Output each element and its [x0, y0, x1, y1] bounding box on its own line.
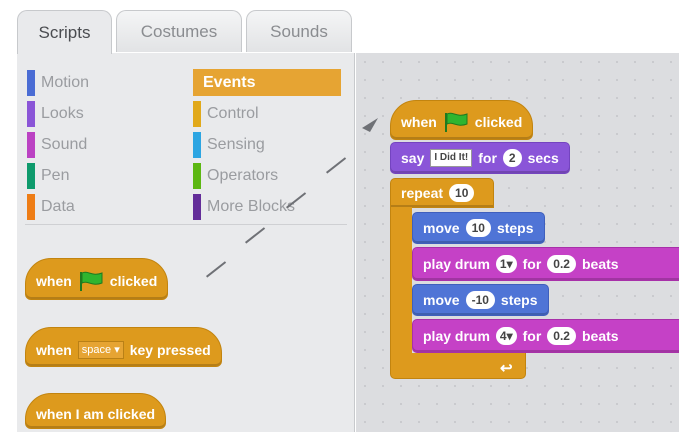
beats-input[interactable]: 0.2 [547, 255, 576, 273]
steps-input[interactable]: 10 [465, 219, 491, 237]
category-color-bar [27, 131, 35, 158]
when-flag-clicked-block[interactable]: when clicked [25, 258, 169, 300]
category-events[interactable]: Events [193, 69, 341, 96]
say-text-input[interactable]: I Did It! [430, 149, 473, 167]
move-steps-block[interactable]: move -10 steps [412, 284, 549, 316]
category-label: Motion [41, 73, 90, 91]
category-control[interactable]: Control [193, 100, 259, 127]
play-drum-block[interactable]: play drum 1▾ for 0.2 beats [412, 247, 679, 281]
category-color-bar [27, 193, 35, 220]
block-label: play drum [423, 328, 490, 344]
block-label: secs [527, 150, 559, 166]
key-value: space [81, 344, 112, 356]
green-flag-icon [79, 271, 103, 291]
category-color-bar [27, 100, 35, 127]
steps-input[interactable]: -10 [465, 291, 495, 309]
category-looks[interactable]: Looks [27, 100, 84, 127]
block-label: say [401, 150, 425, 166]
repeat-count-input[interactable]: 10 [449, 184, 475, 202]
block-label: steps [496, 220, 534, 236]
play-drum-block[interactable]: play drum 4▾ for 0.2 beats [412, 319, 679, 353]
secs-input[interactable]: 2 [502, 149, 522, 167]
block-label: for [478, 150, 497, 166]
category-label: Looks [41, 104, 84, 122]
drum-dropdown[interactable]: 4▾ [495, 327, 517, 345]
move-steps-block[interactable]: move 10 steps [412, 212, 545, 244]
block-label: when [401, 114, 437, 130]
when-sprite-clicked-block[interactable]: when I am clicked [25, 393, 167, 429]
block-label: beats [581, 328, 619, 344]
category-color-bar [193, 131, 201, 158]
category-more-blocks[interactable]: More Blocks [193, 193, 295, 220]
tab-costumes[interactable]: Costumes [116, 10, 242, 52]
block-label: move [423, 220, 460, 236]
category-color-bar [193, 100, 201, 127]
drum-value: 4 [499, 329, 507, 343]
block-label: for [522, 256, 542, 272]
drum-value: 1 [499, 257, 507, 271]
category-label: Sensing [207, 135, 265, 153]
category-sound[interactable]: Sound [27, 131, 87, 158]
block-label: when I am clicked [36, 406, 156, 422]
block-palette: Motion Looks Sound Pen Data Events Contr… [17, 53, 355, 432]
block-label: clicked [109, 273, 158, 289]
category-label: More Blocks [207, 197, 296, 215]
drag-arrow-icon [362, 118, 378, 132]
category-operators[interactable]: Operators [193, 162, 278, 189]
block-label: play drum [423, 256, 490, 272]
block-label: beats [581, 256, 619, 272]
category-sensing[interactable]: Sensing [193, 131, 265, 158]
category-label: Sound [41, 135, 88, 153]
tab-sounds[interactable]: Sounds [246, 10, 352, 52]
say-for-secs-block[interactable]: say I Did It! for 2 secs [390, 142, 570, 174]
block-label: when [36, 273, 72, 289]
block-label: key pressed [129, 342, 211, 358]
repeat-block-arm [390, 207, 412, 355]
beats-input[interactable]: 0.2 [547, 327, 576, 345]
block-label: clicked [474, 114, 523, 130]
script-when-flag-clicked[interactable]: when clicked [390, 100, 534, 140]
category-label: Control [207, 104, 259, 122]
category-data[interactable]: Data [27, 193, 75, 220]
block-label: for [522, 328, 542, 344]
block-label: steps [500, 292, 538, 308]
category-color-bar [27, 69, 35, 96]
key-dropdown[interactable]: space ▾ [77, 341, 124, 359]
category-label: Pen [41, 166, 70, 184]
category-label: Data [41, 197, 75, 215]
loop-arrow-icon: ↩ [500, 360, 513, 377]
tab-scripts[interactable]: Scripts [17, 10, 112, 54]
category-label: Events [203, 73, 256, 91]
when-key-pressed-block[interactable]: when space ▾ key pressed [25, 327, 222, 367]
category-color-bar [27, 162, 35, 189]
palette-divider [25, 224, 347, 225]
block-label: repeat [401, 185, 444, 201]
category-color-bar [193, 193, 201, 220]
block-label: move [423, 292, 460, 308]
repeat-block[interactable]: repeat 10 [390, 178, 494, 208]
category-color-bar [193, 162, 201, 189]
category-label: Operators [207, 166, 279, 184]
category-pen[interactable]: Pen [27, 162, 69, 189]
green-flag-icon [444, 112, 468, 132]
drum-dropdown[interactable]: 1▾ [495, 255, 517, 273]
block-label: when [36, 342, 72, 358]
category-motion[interactable]: Motion [27, 69, 89, 96]
